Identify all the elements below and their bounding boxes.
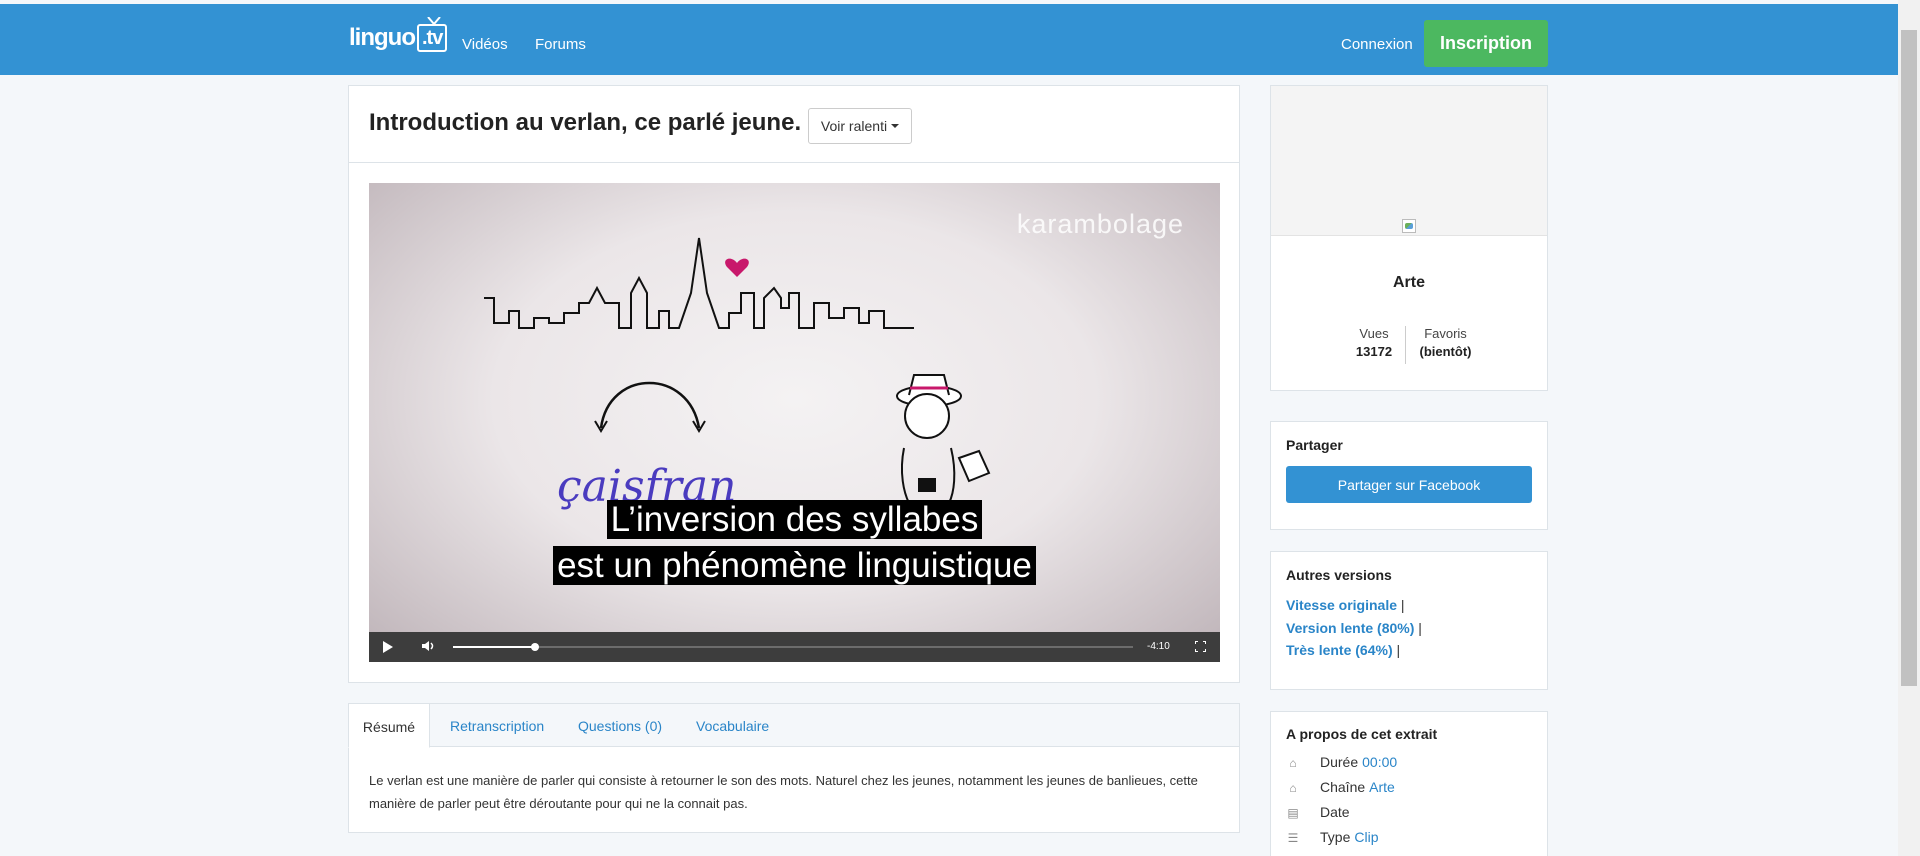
share-facebook-button[interactable]: Partager sur Facebook <box>1286 466 1532 503</box>
favorites-value: (bientôt) <box>1419 344 1472 359</box>
views-value: 13172 <box>1355 344 1393 359</box>
character-camera <box>918 478 936 492</box>
channel-name[interactable]: Arte <box>1271 274 1547 292</box>
version-very-slow-row: Très lente (64%) | <box>1286 642 1400 658</box>
about-channel: ⌂ Chaîne Arte <box>1286 779 1395 795</box>
about-type: ☰ Type Clip <box>1287 829 1379 845</box>
share-heading: Partager <box>1286 437 1343 453</box>
video-controls: -4:10 <box>369 632 1220 662</box>
inscription-button[interactable]: Inscription <box>1424 20 1548 67</box>
nav-forums[interactable]: Forums <box>535 36 586 53</box>
voir-ralenti-label: Voir ralenti <box>820 118 888 134</box>
skyline-drawing <box>484 237 914 329</box>
channel-link[interactable]: Arte <box>1369 779 1395 795</box>
about-heading: A propos de cet extrait <box>1286 726 1438 742</box>
heart-shape <box>725 258 749 277</box>
share-panel: Partager Partager sur Facebook <box>1270 421 1548 530</box>
video-player[interactable]: karambolage çaisfran L’inversion des syl… <box>369 183 1220 662</box>
nav-connexion[interactable]: Connexion <box>1341 36 1413 53</box>
calendar-icon: ▤ <box>1287 805 1299 820</box>
logo-text: linguo <box>349 24 416 51</box>
play-icon[interactable] <box>383 641 393 653</box>
views-stat: Vues 13172 <box>1343 326 1405 359</box>
title-row: Introduction au verlan, ce parlé jeune. … <box>349 86 1239 163</box>
character-head <box>904 393 950 439</box>
page-title: Introduction au verlan, ce parlé jeune. <box>369 109 802 136</box>
tab-vocabulaire[interactable]: Vocabulaire <box>696 718 769 734</box>
version-original-row: Vitesse originale | <box>1286 597 1405 613</box>
tab-resume[interactable]: Résumé <box>348 703 430 748</box>
about-panel: A propos de cet extrait ⌂ Durée 00:00 ⌂ … <box>1270 711 1548 856</box>
progress-handle[interactable] <box>530 643 539 651</box>
list-icon: ☰ <box>1287 830 1299 845</box>
version-original-link[interactable]: Vitesse originale <box>1286 597 1397 613</box>
versions-panel: Autres versions Vitesse originale | Vers… <box>1270 551 1548 690</box>
about-duration: ⌂ Durée 00:00 <box>1286 754 1397 770</box>
about-date: ▤ Date <box>1287 804 1350 820</box>
home-icon: ⌂ <box>1289 780 1297 795</box>
video-illustration: çaisfran <box>484 237 991 512</box>
volume-icon[interactable] <box>421 639 435 653</box>
favorites-stat: Favoris (bientôt) <box>1405 326 1485 364</box>
version-slow-row: Version lente (80%) | <box>1286 620 1422 636</box>
voir-ralenti-dropdown[interactable]: Voir ralenti <box>808 108 912 144</box>
version-separator: | <box>1418 620 1422 636</box>
summary-text: Le verlan est une manière de parler qui … <box>369 773 1198 811</box>
home-icon: ⌂ <box>1289 755 1297 770</box>
page-scrollbar[interactable] <box>1898 0 1920 856</box>
progress-bar[interactable] <box>453 643 1133 651</box>
subtitle-line-2: est un phénomène linguistique <box>369 543 1220 589</box>
views-label: Vues <box>1359 326 1389 341</box>
version-very-slow-link[interactable]: Très lente (64%) <box>1286 642 1393 658</box>
subtitle-line-1: L’inversion des syllabes <box>369 497 1220 543</box>
time-remaining: -4:10 <box>1147 641 1170 652</box>
channel-panel: Arte Vues 13172 Favoris (bientôt) <box>1270 85 1548 391</box>
tab-questions[interactable]: Questions (0) <box>578 718 662 734</box>
tv-antenna-icon <box>427 17 441 25</box>
caret-down-icon <box>891 124 900 128</box>
version-separator: | <box>1396 642 1401 658</box>
broken-image-icon <box>1402 219 1416 233</box>
site-logo[interactable]: linguo .tv <box>349 17 448 52</box>
tabs-panel: Résumé Retranscription Questions (0) Voc… <box>348 703 1240 833</box>
version-slow-link[interactable]: Version lente (80%) <box>1286 620 1414 636</box>
favorites-label: Favoris <box>1424 326 1467 341</box>
tab-retranscription[interactable]: Retranscription <box>450 718 544 734</box>
tab-bar: Résumé Retranscription Questions (0) Voc… <box>348 703 1239 748</box>
progress-fill <box>453 646 535 648</box>
fullscreen-icon[interactable] <box>1195 641 1206 652</box>
duration-value: 00:00 <box>1362 754 1398 770</box>
scrollbar-thumb[interactable] <box>1901 30 1917 686</box>
nav-videos[interactable]: Vidéos <box>462 36 508 53</box>
channel-banner <box>1271 86 1547 236</box>
arc-arrow <box>599 381 701 429</box>
logo-tv-box: .tv <box>416 17 448 52</box>
versions-heading: Autres versions <box>1286 567 1392 583</box>
video-panel: Introduction au verlan, ce parlé jeune. … <box>348 85 1240 683</box>
type-link[interactable]: Clip <box>1354 829 1378 845</box>
version-separator: | <box>1400 597 1405 613</box>
navbar: linguo .tv Vidéos Forums Connexion Inscr… <box>0 4 1898 75</box>
